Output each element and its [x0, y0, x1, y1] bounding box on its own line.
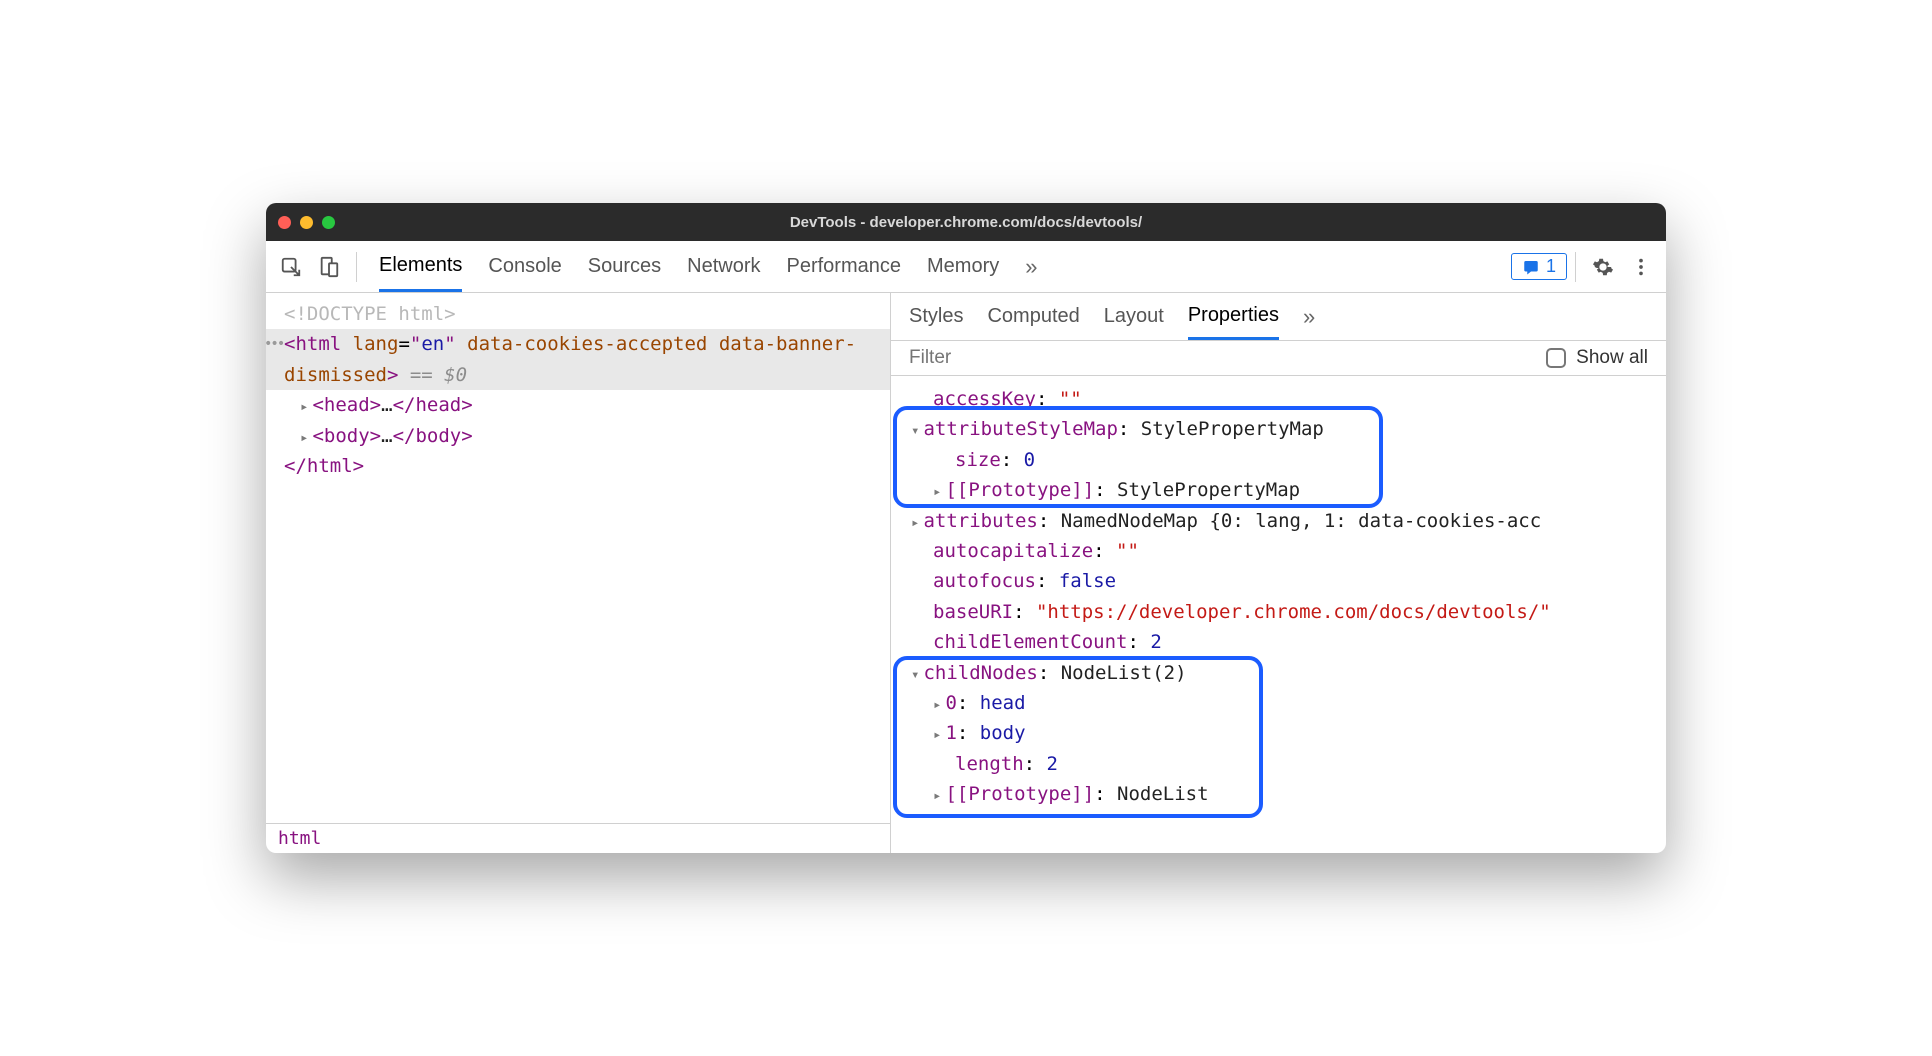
tab-memory[interactable]: Memory	[927, 241, 999, 292]
prop-accesskey[interactable]: accessKey: ""	[903, 384, 1666, 414]
subtab-styles[interactable]: Styles	[909, 293, 963, 340]
titlebar: DevTools - developer.chrome.com/docs/dev…	[266, 203, 1666, 241]
settings-icon[interactable]	[1584, 248, 1622, 286]
window-controls	[278, 216, 335, 229]
toolbar-separator	[356, 252, 357, 282]
prop-attributestylemap[interactable]: attributeStyleMap: StylePropertyMap	[903, 414, 1666, 444]
main-toolbar: Elements Console Sources Network Perform…	[266, 241, 1666, 293]
more-tabs-icon[interactable]: »	[1025, 254, 1037, 280]
prop-asm-size[interactable]: size: 0	[903, 445, 1666, 475]
sidebar-tabs: Styles Computed Layout Properties »	[891, 293, 1666, 341]
issues-count: 1	[1546, 256, 1556, 277]
prop-cn-prototype[interactable]: [[Prototype]]: NodeList	[903, 779, 1666, 809]
main-tabs: Elements Console Sources Network Perform…	[365, 241, 1037, 292]
tab-console[interactable]: Console	[488, 241, 561, 292]
prop-asm-prototype[interactable]: [[Prototype]]: StylePropertyMap	[903, 475, 1666, 505]
show-all-checkbox[interactable]	[1546, 348, 1566, 368]
subtab-computed[interactable]: Computed	[987, 293, 1079, 340]
dom-head-element[interactable]: <head>…</head>	[266, 390, 890, 420]
dom-tree[interactable]: <!DOCTYPE html> <html lang="en" data-coo…	[266, 293, 890, 823]
breadcrumb[interactable]: html	[266, 823, 890, 853]
devtools-window: DevTools - developer.chrome.com/docs/dev…	[266, 203, 1666, 853]
sidebar-pane: Styles Computed Layout Properties » Show…	[891, 293, 1666, 853]
dom-body-element[interactable]: <body>…</body>	[266, 421, 890, 451]
properties-filter-bar: Show all	[891, 341, 1666, 376]
tab-network[interactable]: Network	[687, 241, 760, 292]
properties-list[interactable]: accessKey: "" attributeStyleMap: StylePr…	[891, 376, 1666, 853]
show-all-label: Show all	[1576, 347, 1648, 369]
prop-autocapitalize[interactable]: autocapitalize: ""	[903, 536, 1666, 566]
dom-doctype[interactable]: <!DOCTYPE html>	[266, 299, 890, 329]
filter-input[interactable]	[909, 347, 1109, 369]
prop-childnodes[interactable]: childNodes: NodeList(2)	[903, 658, 1666, 688]
close-window-button[interactable]	[278, 216, 291, 229]
maximize-window-button[interactable]	[322, 216, 335, 229]
prop-cn-1[interactable]: 1: body	[903, 718, 1666, 748]
minimize-window-button[interactable]	[300, 216, 313, 229]
dom-html-element[interactable]: <html lang="en" data-cookies-accepted da…	[266, 329, 890, 390]
inspect-element-icon[interactable]	[272, 248, 310, 286]
more-options-icon[interactable]	[1622, 248, 1660, 286]
dom-html-close[interactable]: </html>	[266, 451, 890, 481]
prop-attributes[interactable]: attributes: NamedNodeMap {0: lang, 1: da…	[903, 506, 1666, 536]
prop-childelementcount[interactable]: childElementCount: 2	[903, 627, 1666, 657]
window-title: DevTools - developer.chrome.com/docs/dev…	[266, 214, 1666, 231]
device-toggle-icon[interactable]	[310, 248, 348, 286]
issues-badge[interactable]: 1	[1511, 253, 1567, 280]
tab-sources[interactable]: Sources	[588, 241, 661, 292]
tab-performance[interactable]: Performance	[787, 241, 902, 292]
prop-cn-0[interactable]: 0: head	[903, 688, 1666, 718]
prop-cn-length[interactable]: length: 2	[903, 749, 1666, 779]
more-subtabs-icon[interactable]: »	[1303, 304, 1315, 330]
prop-baseuri[interactable]: baseURI: "https://developer.chrome.com/d…	[903, 597, 1666, 627]
prop-autofocus[interactable]: autofocus: false	[903, 566, 1666, 596]
toolbar-separator	[1575, 252, 1576, 282]
subtab-layout[interactable]: Layout	[1104, 293, 1164, 340]
content-area: <!DOCTYPE html> <html lang="en" data-coo…	[266, 293, 1666, 853]
show-all-toggle[interactable]: Show all	[1546, 347, 1648, 369]
tab-elements[interactable]: Elements	[379, 241, 462, 292]
elements-panel: <!DOCTYPE html> <html lang="en" data-coo…	[266, 293, 891, 853]
subtab-properties[interactable]: Properties	[1188, 293, 1279, 340]
